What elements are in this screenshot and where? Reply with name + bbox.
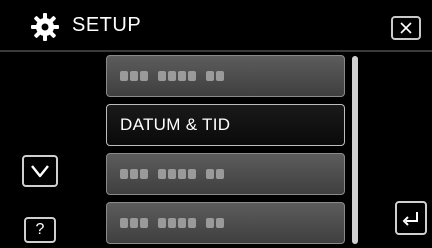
scrollbar-thumb[interactable] [352,56,358,244]
help-button[interactable]: ? [24,217,56,243]
page-title: SETUP [72,14,142,36]
gear-icon [31,13,59,41]
menu-item-dimmed[interactable] [106,153,345,195]
menu-item-dimmed[interactable] [106,202,345,244]
header-divider [0,50,432,52]
menu-item-dimmed[interactable] [106,55,345,97]
scrollbar[interactable] [352,56,358,244]
back-button[interactable] [395,201,427,235]
close-button[interactable] [391,16,421,40]
dimmed-label [120,71,224,83]
help-label: ? [35,221,45,238]
dimmed-label [120,169,224,181]
chevron-down-icon [31,165,49,178]
return-icon [402,212,418,226]
dimmed-label [120,218,224,230]
header-bar: SETUP [0,0,432,50]
scroll-down-button[interactable] [22,155,58,187]
close-icon [400,22,412,34]
menu-item-datum-tid[interactable]: DATUM & TID [106,104,345,146]
menu-item-label: DATUM & TID [120,115,231,134]
